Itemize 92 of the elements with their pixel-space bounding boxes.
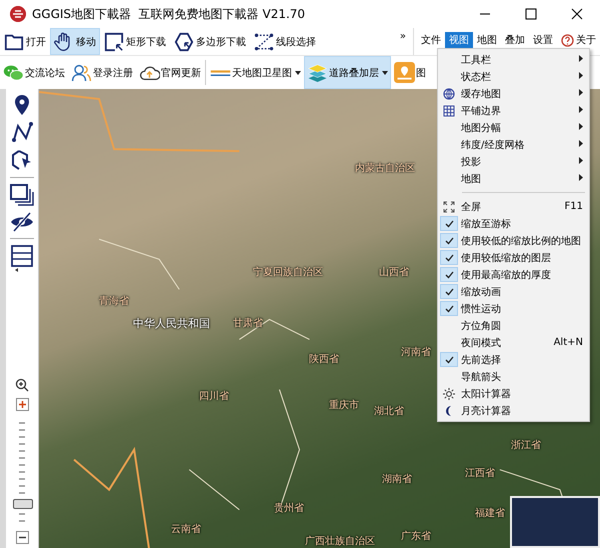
menu-item[interactable]: 方位角圆 [438, 317, 589, 334]
users-icon [71, 64, 92, 82]
menu-item[interactable]: 文件 [417, 32, 445, 48]
map-label: 河南省 [401, 346, 431, 359]
chat-icon [3, 64, 24, 82]
polyline-icon[interactable] [11, 121, 33, 143]
help-icon [561, 34, 574, 46]
submenu-arrow-icon [579, 72, 583, 79]
menu-item[interactable]: 使用较低的缩放比例的地图 [438, 232, 589, 249]
toolbar-button[interactable]: 移动 [50, 28, 100, 55]
cloud-upload-icon [139, 64, 160, 82]
submenu-item[interactable]: 状态栏 [438, 68, 589, 85]
toolbar-button[interactable]: 登录注册 [68, 56, 136, 89]
map-label: 陕西省 [309, 352, 339, 366]
overflow-button[interactable]: » [392, 28, 413, 43]
line-segment-icon [254, 32, 274, 52]
globe-icon [443, 88, 455, 100]
menu-item[interactable]: 月亮计算器 [438, 402, 589, 419]
overview-minimap[interactable] [510, 496, 600, 548]
map-label: 贵州省 [274, 502, 304, 515]
map-label: 宁夏回族自治区 [253, 266, 323, 279]
menu-item[interactable]: 缩放至游标 [438, 215, 589, 232]
submenu-item[interactable]: 平铺边界 [438, 102, 589, 119]
toolbar-button[interactable]: 图 [391, 56, 429, 89]
menu-item[interactable]: 地图 [473, 32, 501, 48]
menu-item[interactable]: 叠加 [501, 32, 529, 48]
menu-item[interactable]: 先前选择 [438, 351, 589, 368]
toolbar-button[interactable]: 打开 [0, 28, 50, 55]
submenu-item[interactable]: 纬度/经度网格 [438, 136, 589, 153]
polygon-select-icon [174, 32, 194, 52]
submenu-item[interactable]: 投影 [438, 153, 589, 170]
map-label: 中华人民共和国 [133, 316, 210, 331]
toolbar-button[interactable]: 官网更新 [136, 56, 204, 89]
menu-item[interactable]: 全屏 F11 [438, 198, 589, 215]
map-label: 江西省 [465, 466, 495, 480]
map-label: 广东省 [401, 530, 431, 543]
fullscreen-icon [443, 200, 455, 212]
map-label: 福建省 [475, 506, 505, 520]
map-pin-icon [394, 62, 415, 83]
menu-item[interactable]: 导航箭头 [438, 368, 589, 385]
map-label: 内蒙古自治区 [355, 162, 415, 175]
map-label: 云南省 [171, 522, 201, 536]
menu-item[interactable]: 设置 [529, 32, 557, 48]
toolbar-button[interactable]: 线段选择 [250, 28, 320, 55]
map-label: 山西省 [379, 266, 409, 279]
window-title: GGGIS地图下載器 互联网免费地图下載器 V21.70 [32, 6, 306, 22]
toolbar-button[interactable]: 交流论坛 [0, 56, 68, 89]
map-label: 湖南省 [382, 472, 412, 486]
toolbar-button[interactable]: 多边形下載 [170, 28, 250, 55]
sun-icon [443, 388, 455, 400]
menu-item[interactable]: 关于 [557, 32, 600, 48]
layers-icon [307, 64, 328, 82]
folder-icon [4, 32, 24, 52]
map-label: 青海省 [99, 294, 129, 308]
submenu-arrow-icon [579, 174, 583, 181]
app-logo-icon [10, 6, 26, 22]
map-label: 四川省 [199, 390, 229, 403]
submenu-arrow-icon [579, 157, 583, 164]
rectangle-select-icon [104, 32, 124, 52]
map-label: 甘肃省 [233, 316, 263, 330]
submenu-arrow-icon [579, 140, 583, 147]
menu-item[interactable]: 夜间模式 Alt+N [438, 334, 589, 351]
submenu-arrow-icon [579, 89, 583, 96]
map-label: 湖北省 [374, 404, 404, 418]
submenu-item[interactable]: 地图 [438, 170, 589, 187]
menu-item[interactable]: 惯性运动 [438, 300, 589, 317]
submenu-item[interactable]: 工具栏 [438, 51, 589, 68]
hidden-eye-icon[interactable] [10, 212, 34, 232]
map-label: 浙江省 [511, 438, 541, 452]
map-label: 重庆市 [329, 398, 359, 412]
grid-icon [443, 104, 455, 116]
menu-item[interactable]: 视图 [445, 32, 473, 48]
polygon-select-icon[interactable] [11, 149, 33, 171]
zoom-slider-thumb[interactable] [13, 499, 33, 509]
zoom-in-button[interactable] [16, 398, 28, 411]
menu-item[interactable]: 使用最高缩放的厚度 [438, 266, 589, 283]
submenu-arrow-icon [579, 55, 583, 62]
submenu-item[interactable]: 地图分幅 [438, 119, 589, 136]
map-marker-icon[interactable] [14, 95, 30, 115]
zoom-icon[interactable] [15, 378, 29, 392]
zoom-out-button[interactable] [16, 531, 28, 544]
list-panel-icon[interactable] [11, 245, 33, 273]
layers-icon[interactable] [10, 184, 34, 206]
dropdown-button[interactable]: 道路叠加层 [304, 56, 391, 89]
toolbar-button[interactable]: 矩形下载 [100, 28, 170, 55]
submenu-item[interactable]: 缓存地图 [438, 85, 589, 102]
menu-item[interactable]: 太阳计算器 [438, 385, 589, 402]
map-label: 广西壮族自治区 [305, 534, 375, 548]
submenu-arrow-icon [579, 106, 583, 113]
submenu-arrow-icon [579, 123, 583, 130]
menu-item[interactable]: 使用较低缩放的图层 [438, 249, 589, 266]
menu-item[interactable]: 缩放动画 [438, 283, 589, 300]
